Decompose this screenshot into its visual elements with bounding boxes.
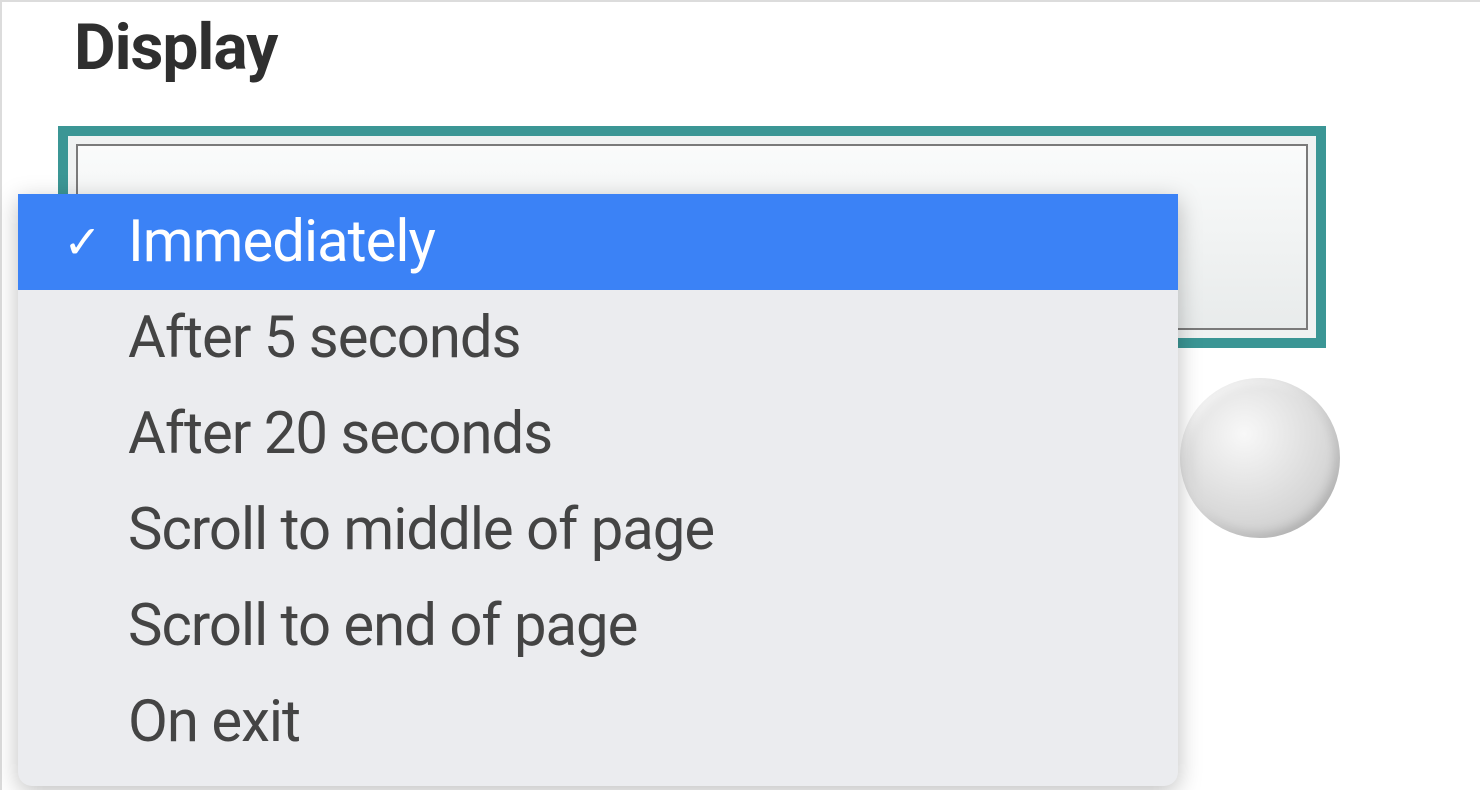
dropdown-option-label: Immediately bbox=[128, 208, 435, 276]
dropdown-option-scroll-end[interactable]: ✓ Scroll to end of page bbox=[18, 578, 1178, 674]
display-dropdown-menu: ✓ Immediately ✓ After 5 seconds ✓ After … bbox=[18, 194, 1178, 786]
checkmark-icon: ✓ bbox=[54, 215, 110, 270]
dropdown-option-label: Scroll to middle of page bbox=[128, 496, 714, 564]
dropdown-option-label: Scroll to end of page bbox=[128, 592, 637, 660]
dropdown-option-label: After 5 seconds bbox=[128, 304, 521, 372]
dropdown-caret-button[interactable] bbox=[1180, 378, 1340, 538]
dropdown-option-immediately[interactable]: ✓ Immediately bbox=[18, 194, 1178, 290]
dropdown-option-scroll-middle[interactable]: ✓ Scroll to middle of page bbox=[18, 482, 1178, 578]
dropdown-option-after-5-seconds[interactable]: ✓ After 5 seconds bbox=[18, 290, 1178, 386]
settings-panel: Display ✓ Immediately ✓ After 5 seconds … bbox=[0, 0, 1480, 790]
dropdown-option-on-exit[interactable]: ✓ On exit bbox=[18, 674, 1178, 770]
dropdown-option-label: After 20 seconds bbox=[128, 400, 552, 468]
field-label-display: Display bbox=[74, 10, 1480, 85]
dropdown-option-label: On exit bbox=[128, 688, 300, 756]
dropdown-option-after-20-seconds[interactable]: ✓ After 20 seconds bbox=[18, 386, 1178, 482]
